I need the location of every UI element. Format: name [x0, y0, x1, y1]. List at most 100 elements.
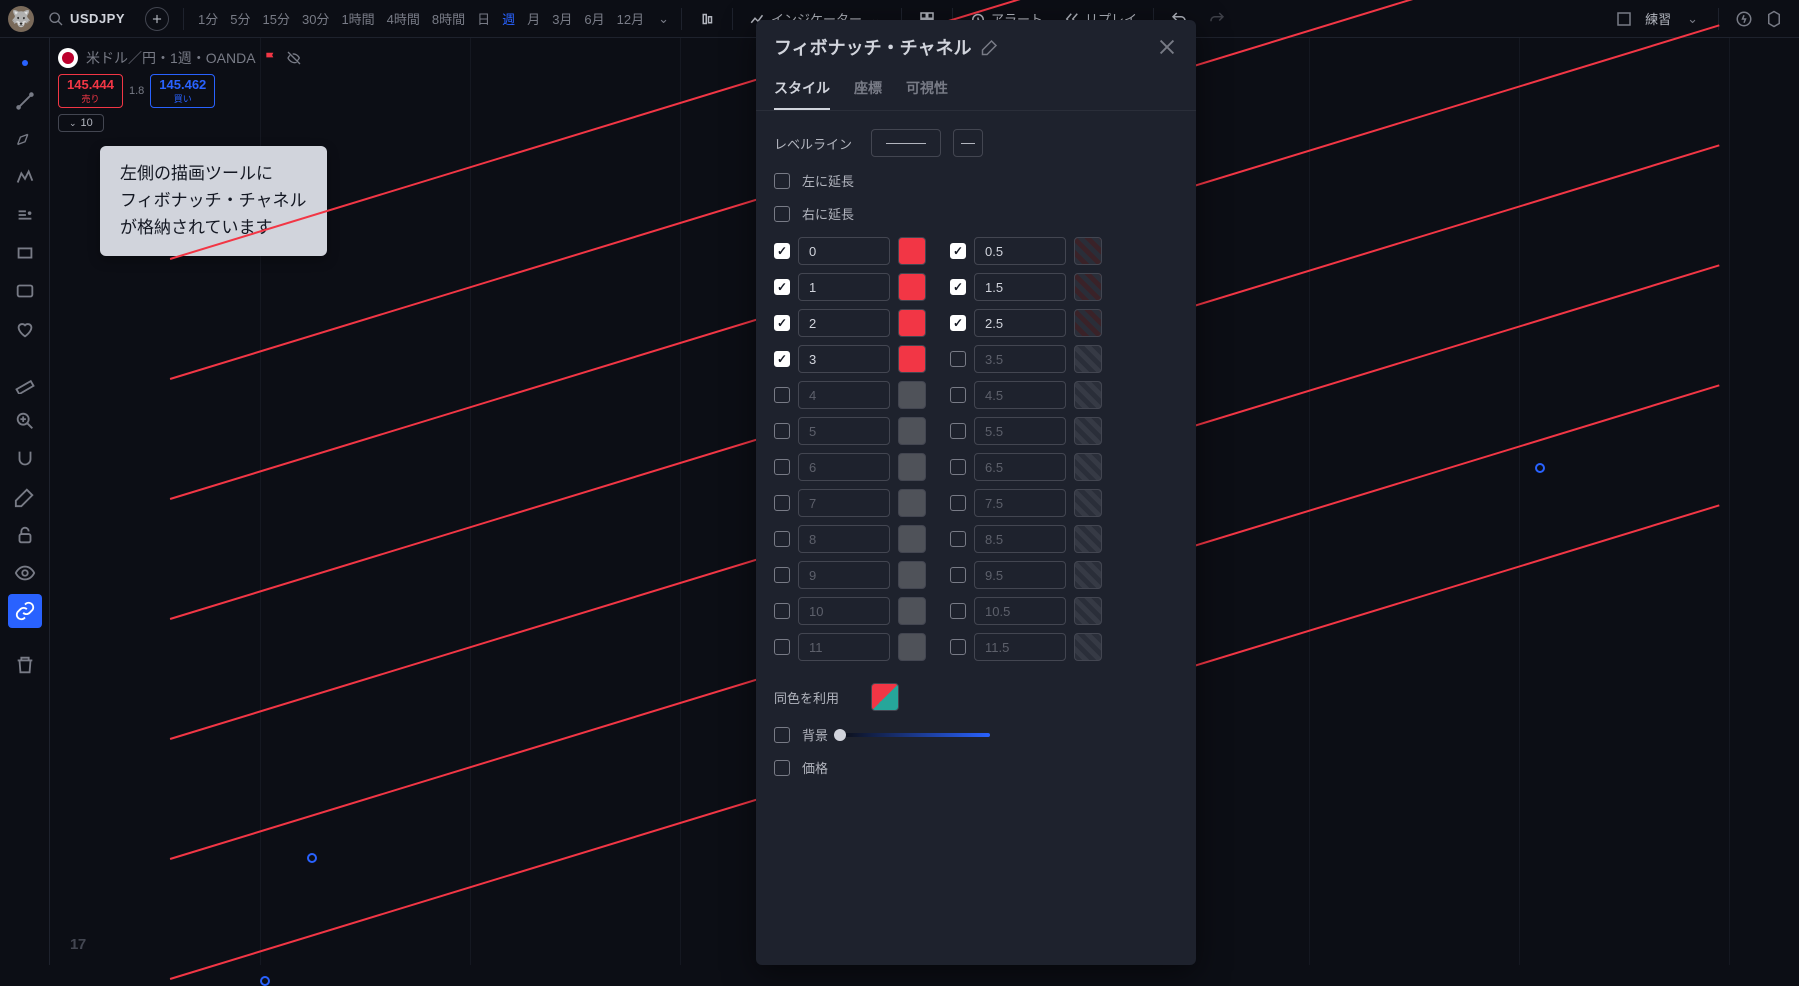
level-checkbox[interactable]: [950, 531, 966, 547]
timeframe-月[interactable]: 月: [521, 5, 546, 32]
timeframe-1分[interactable]: 1分: [192, 5, 224, 32]
level-input[interactable]: [798, 561, 890, 589]
extend-right-checkbox[interactable]: [774, 206, 790, 222]
level-input[interactable]: [974, 309, 1066, 337]
level-input[interactable]: [974, 417, 1066, 445]
level-color-swatch[interactable]: [898, 237, 926, 265]
level-checkbox[interactable]: [950, 279, 966, 295]
add-symbol-button[interactable]: [145, 7, 169, 31]
timeframe-1時間[interactable]: 1時間: [335, 5, 380, 32]
level-checkbox[interactable]: [950, 459, 966, 475]
close-icon[interactable]: [1156, 36, 1178, 58]
level-color-swatch[interactable]: [1074, 381, 1102, 409]
level-input[interactable]: [798, 237, 890, 265]
zoom-tool[interactable]: [8, 404, 42, 438]
shape-tool[interactable]: [8, 236, 42, 270]
ruler-tool[interactable]: [8, 366, 42, 400]
timeframe-4時間[interactable]: 4時間: [381, 5, 426, 32]
same-color-swatch[interactable]: [871, 683, 899, 711]
level-input[interactable]: [798, 417, 890, 445]
timeframe-6月[interactable]: 6月: [578, 5, 610, 32]
background-checkbox[interactable]: [774, 727, 790, 743]
fib-handle-3[interactable]: [1535, 463, 1545, 473]
trend-line-tool[interactable]: [8, 84, 42, 118]
level-color-swatch[interactable]: [898, 525, 926, 553]
level-checkbox[interactable]: [950, 387, 966, 403]
candle-type-button[interactable]: [690, 6, 724, 32]
redo-button[interactable]: [1200, 6, 1234, 32]
eye-tool[interactable]: [8, 556, 42, 590]
lock-tool[interactable]: [8, 518, 42, 552]
level-checkbox[interactable]: [950, 639, 966, 655]
cursor-tool[interactable]: [8, 46, 42, 80]
chevron-down-icon[interactable]: ⌄: [654, 11, 673, 27]
level-color-swatch[interactable]: [1074, 489, 1102, 517]
level-input[interactable]: [974, 489, 1066, 517]
level-input[interactable]: [798, 597, 890, 625]
level-checkbox[interactable]: [774, 567, 790, 583]
level-color-swatch[interactable]: [1074, 525, 1102, 553]
level-color-swatch[interactable]: [1074, 597, 1102, 625]
link-tool[interactable]: [8, 594, 42, 628]
sell-button[interactable]: 145.444 売り: [58, 74, 123, 108]
level-color-swatch[interactable]: [898, 453, 926, 481]
level-input[interactable]: [798, 309, 890, 337]
level-checkbox[interactable]: [774, 387, 790, 403]
level-input[interactable]: [798, 381, 890, 409]
level-color-swatch[interactable]: [898, 381, 926, 409]
pencil-tool[interactable]: [8, 480, 42, 514]
timeframe-3月[interactable]: 3月: [546, 5, 578, 32]
level-color-swatch[interactable]: [1074, 273, 1102, 301]
level-color-swatch[interactable]: [898, 273, 926, 301]
level-input[interactable]: [974, 561, 1066, 589]
pencil-icon[interactable]: [981, 38, 999, 56]
extend-left-checkbox[interactable]: [774, 173, 790, 189]
level-input[interactable]: [798, 489, 890, 517]
timeframe-8時間[interactable]: 8時間: [426, 5, 471, 32]
practice-button[interactable]: 練習: [1645, 9, 1671, 28]
tab-座標[interactable]: 座標: [854, 70, 882, 110]
level-checkbox[interactable]: [950, 315, 966, 331]
level-color-swatch[interactable]: [1074, 345, 1102, 373]
level-color-swatch[interactable]: [1074, 561, 1102, 589]
timeframe-5分[interactable]: 5分: [224, 5, 256, 32]
line-style-select[interactable]: [871, 129, 941, 157]
level-checkbox[interactable]: [774, 243, 790, 259]
level-input[interactable]: [798, 633, 890, 661]
timeframe-15分[interactable]: 15分: [257, 5, 296, 32]
level-checkbox[interactable]: [774, 351, 790, 367]
fib-handle-2[interactable]: [260, 976, 270, 986]
avatar[interactable]: 🐺: [8, 6, 34, 32]
timeframe-12月[interactable]: 12月: [611, 5, 650, 32]
line-width-select[interactable]: [953, 129, 983, 157]
qty-selector[interactable]: ⌄10: [58, 114, 104, 132]
level-color-swatch[interactable]: [898, 597, 926, 625]
level-color-swatch[interactable]: [1074, 453, 1102, 481]
magnet-tool[interactable]: [8, 442, 42, 476]
background-opacity-slider[interactable]: [840, 733, 990, 737]
tab-可視性[interactable]: 可視性: [906, 70, 948, 110]
level-checkbox[interactable]: [774, 603, 790, 619]
tab-スタイル[interactable]: スタイル: [774, 70, 830, 110]
level-color-swatch[interactable]: [898, 633, 926, 661]
level-input[interactable]: [974, 633, 1066, 661]
fib-tool[interactable]: [8, 122, 42, 156]
level-color-swatch[interactable]: [898, 309, 926, 337]
buy-button[interactable]: 145.462 買い: [150, 74, 215, 108]
pattern-tool[interactable]: [8, 160, 42, 194]
level-input[interactable]: [974, 345, 1066, 373]
level-input[interactable]: [974, 453, 1066, 481]
level-input[interactable]: [798, 525, 890, 553]
level-checkbox[interactable]: [774, 495, 790, 511]
eye-off-icon[interactable]: [286, 50, 302, 66]
fib-handle-1[interactable]: [307, 853, 317, 863]
flash-icon[interactable]: [1735, 10, 1753, 28]
level-checkbox[interactable]: [950, 567, 966, 583]
level-checkbox[interactable]: [774, 315, 790, 331]
timeframe-週[interactable]: 週: [496, 5, 521, 32]
level-checkbox[interactable]: [950, 351, 966, 367]
timeframe-日[interactable]: 日: [471, 5, 496, 32]
level-input[interactable]: [798, 273, 890, 301]
level-checkbox[interactable]: [774, 531, 790, 547]
layout-square-icon[interactable]: [1615, 10, 1633, 28]
